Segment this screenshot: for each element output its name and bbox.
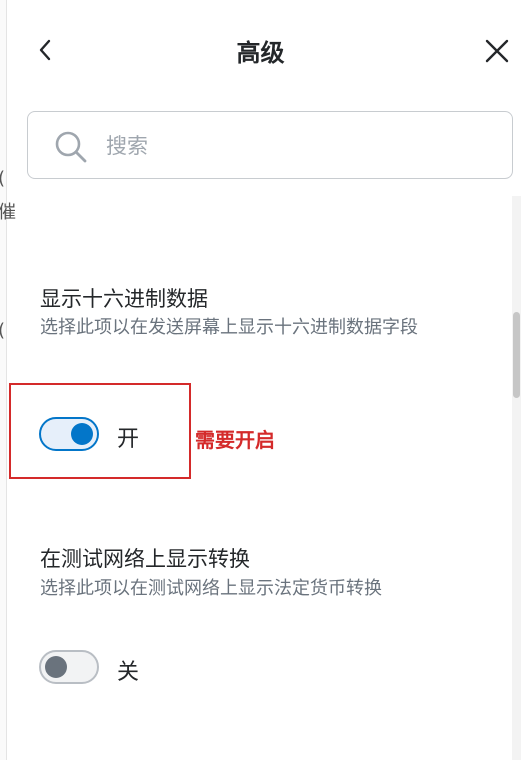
- background-text-fragment: 催: [0, 202, 16, 223]
- search-input[interactable]: [104, 126, 488, 166]
- setting-title-hex-data: 显示十六进制数据: [40, 287, 208, 311]
- close-icon[interactable]: [484, 38, 510, 64]
- background-text-fragment: (: [0, 168, 5, 189]
- setting-description-hex-data: 选择此项以在发送屏幕上显示十六进制数据字段: [40, 317, 418, 338]
- background-panel-edge: [0, 0, 7, 760]
- search-icon: [54, 130, 88, 164]
- scrollbar[interactable]: [512, 196, 521, 760]
- annotation-highlight-box: [9, 383, 191, 479]
- setting-description-testnet-conversion: 选择此项以在测试网络上显示法定货币转换: [40, 578, 382, 599]
- search-box[interactable]: [27, 111, 513, 179]
- annotation-text: 需要开启: [195, 428, 275, 452]
- background-text-fragment: (: [0, 320, 5, 341]
- setting-title-testnet-conversion: 在测试网络上显示转换: [40, 547, 250, 571]
- page-title: 高级: [236, 39, 285, 67]
- toggle-knob: [45, 656, 67, 678]
- testnet-conversion-toggle-label: 关: [117, 660, 140, 685]
- header: 高级: [0, 0, 521, 100]
- scrollbar-thumb[interactable]: [513, 312, 520, 398]
- testnet-conversion-toggle[interactable]: [39, 650, 99, 684]
